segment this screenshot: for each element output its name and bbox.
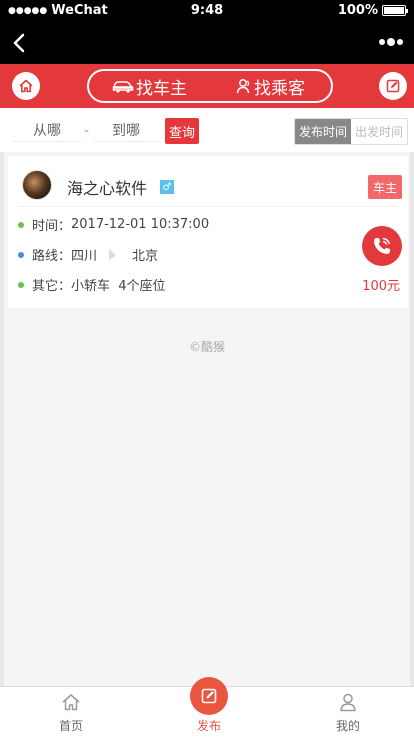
route-from: 四川	[71, 249, 98, 264]
time-value: 2017-12-01 10:37:00	[71, 217, 210, 232]
sort-depart-time[interactable]: 出发时间	[350, 119, 407, 144]
publish-shortcut-button[interactable]	[379, 72, 407, 100]
top-header: 找车主 找乘客	[0, 64, 414, 108]
car-icon	[112, 81, 134, 93]
price: 100元	[362, 279, 400, 294]
home-icon	[19, 79, 33, 93]
arrow-right-icon	[109, 248, 117, 261]
query-button[interactable]: 查询	[165, 118, 199, 144]
battery-percent: 100%	[337, 3, 378, 18]
tab-find-driver[interactable]: 找车主	[89, 74, 210, 99]
page-edge-left	[0, 108, 4, 686]
other-label: 其它：	[32, 279, 72, 294]
tab-find-passenger[interactable]: 找乘客	[210, 74, 331, 99]
more-icon[interactable]	[378, 36, 404, 48]
ride-listing-card[interactable]: 海之心软件 ♂ 车主 时间： 2017-12-01 10:37:00 路线： 四…	[8, 156, 408, 308]
person-icon	[236, 79, 250, 94]
home-icon	[62, 694, 80, 711]
bottom-tabbar: 首页 发布 我的	[0, 677, 414, 739]
wechat-navbar	[0, 22, 414, 64]
route-label: 路线：	[32, 249, 72, 264]
role-switch: 找车主 找乘客	[87, 69, 333, 103]
tab-publish-label: 发布	[196, 719, 221, 733]
route-separator: -	[84, 123, 90, 139]
edit-icon	[386, 79, 400, 93]
tab-find-passenger-label: 找乘客	[254, 78, 305, 99]
tab-mine[interactable]: 我的	[308, 691, 388, 734]
tab-mine-label: 我的	[335, 719, 360, 733]
sort-toggle: 发布时间 出发时间	[293, 118, 408, 145]
other-value: 小轿车 4个座位	[71, 279, 166, 294]
battery-icon	[382, 5, 408, 16]
tab-find-driver-label: 找车主	[136, 78, 187, 99]
home-button[interactable]	[12, 72, 40, 100]
gender-male-icon: ♂	[160, 180, 174, 194]
user-name: 海之心软件	[67, 179, 148, 198]
status-bar: ●●●●● WeChat 9:48 100%	[0, 0, 414, 22]
back-icon[interactable]	[10, 32, 30, 54]
sort-publish-time[interactable]: 发布时间	[294, 119, 351, 144]
role-badge: 车主	[368, 175, 402, 199]
search-filter-bar: 从哪 - 到哪 查询 发布时间 出发时间	[0, 108, 414, 152]
page-edge-right	[410, 108, 414, 686]
to-input[interactable]: 到哪	[93, 120, 159, 142]
tab-home[interactable]: 首页	[31, 691, 111, 734]
copyright-text: ©酷猴	[188, 340, 225, 354]
avatar	[22, 170, 52, 200]
route-to: 北京	[132, 249, 159, 264]
bullet-dot-icon	[18, 281, 24, 288]
from-input[interactable]: 从哪	[12, 120, 82, 142]
departure-time-row: 时间： 2017-12-01 10:37:00	[18, 215, 209, 234]
other-info-row: 其它： 小轿车 4个座位	[18, 275, 166, 294]
bullet-dot-icon	[18, 221, 24, 228]
bullet-dot-icon	[18, 251, 24, 258]
route-row: 路线： 四川 北京	[18, 245, 158, 264]
call-button[interactable]	[362, 226, 402, 266]
tab-publish[interactable]: 发布	[169, 677, 249, 734]
tab-home-label: 首页	[58, 719, 83, 733]
publish-circle	[190, 677, 228, 715]
card-divider	[18, 206, 398, 207]
phone-icon	[374, 237, 391, 254]
time-label: 时间：	[32, 219, 72, 234]
user-icon	[340, 693, 356, 712]
edit-icon	[201, 688, 217, 704]
status-right: 100%	[337, 3, 408, 18]
